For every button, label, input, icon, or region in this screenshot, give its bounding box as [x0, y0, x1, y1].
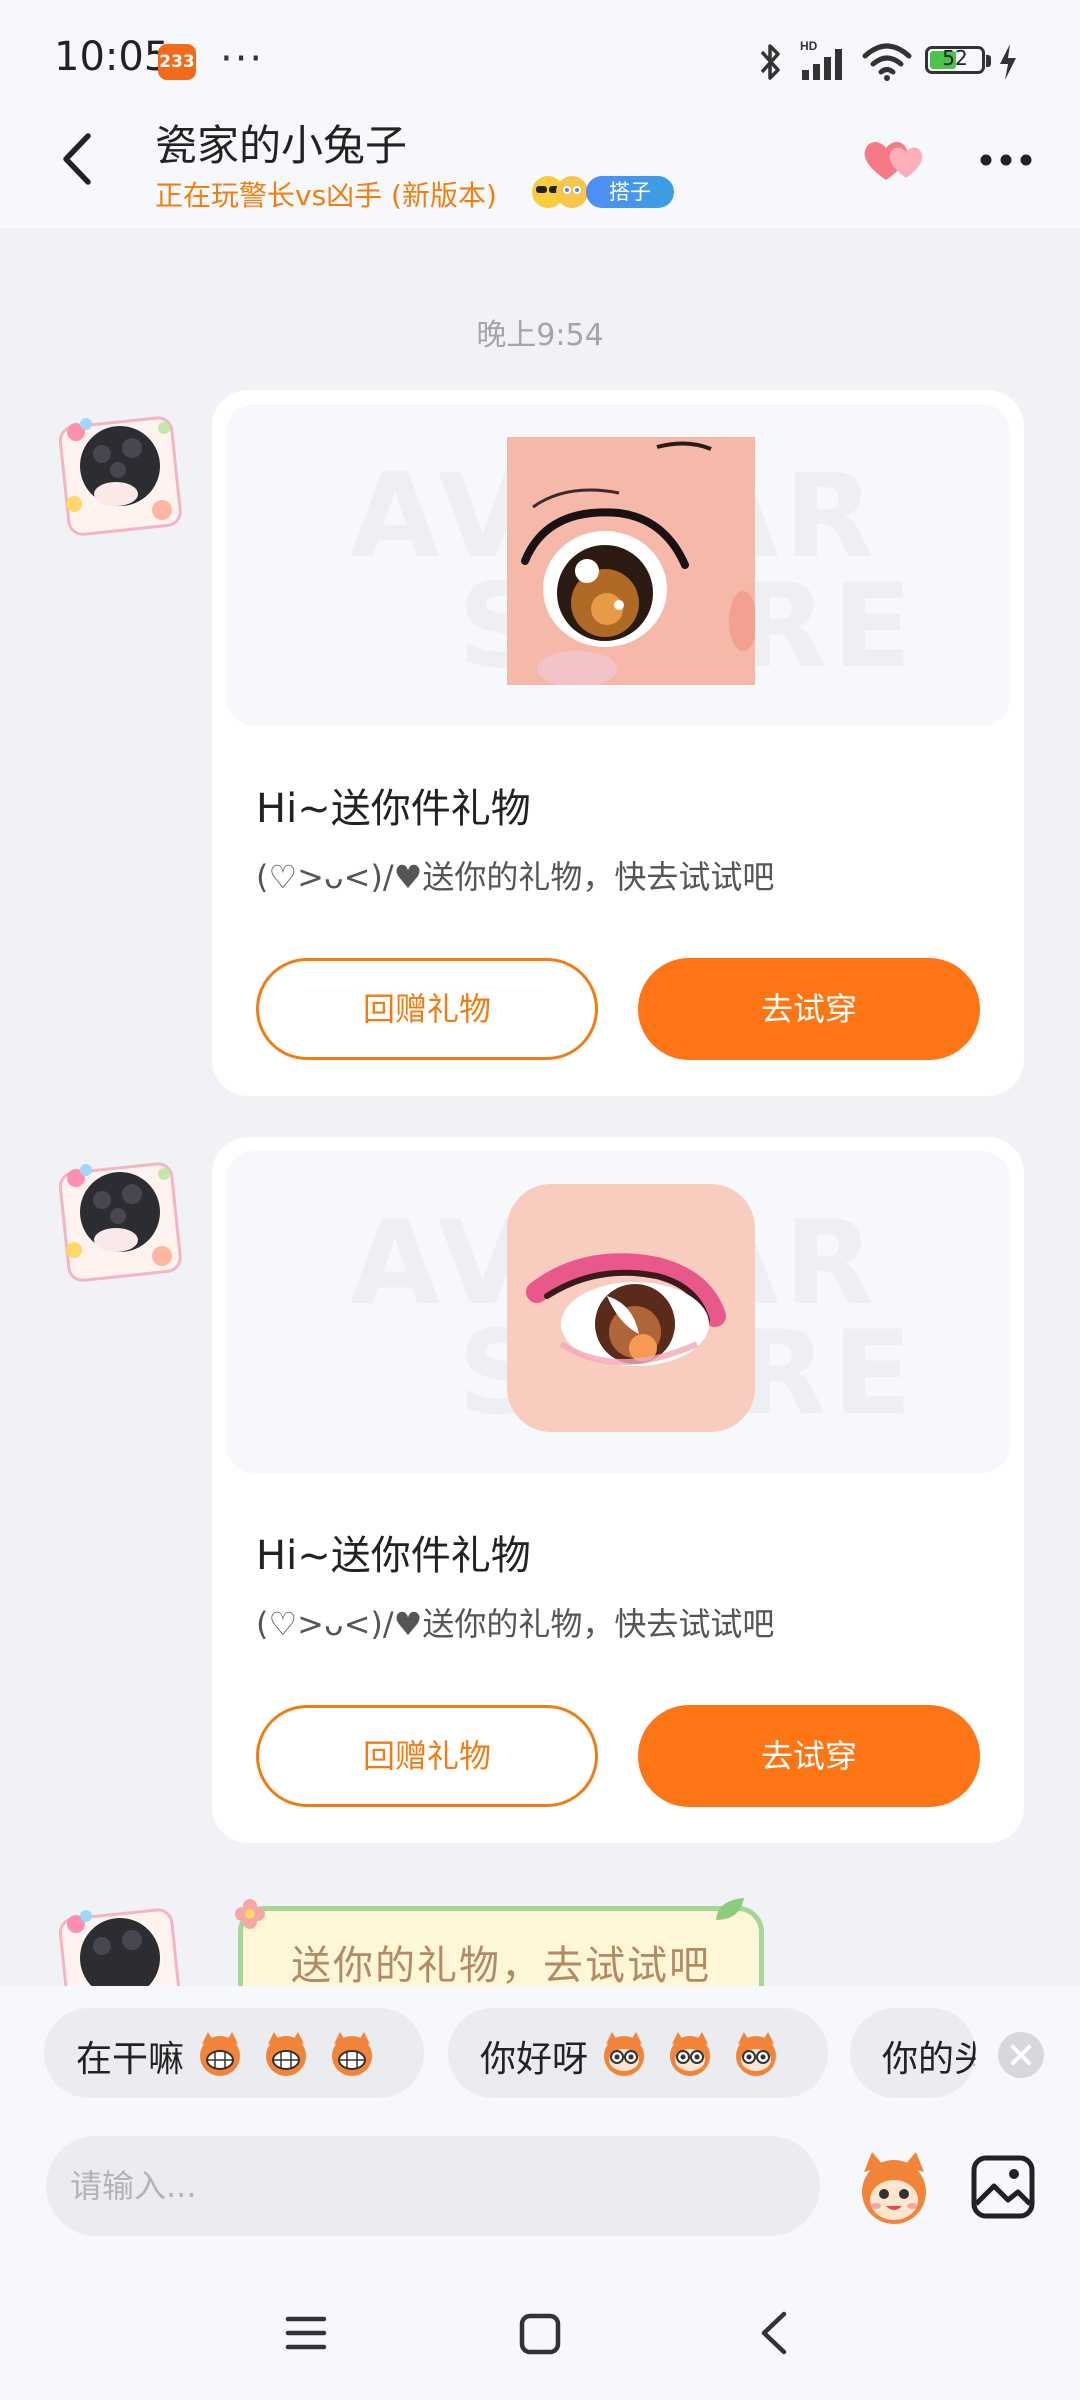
- text-message-label: 送你的礼物，去试试吧: [291, 1943, 711, 1989]
- bluetooth-icon: [760, 44, 780, 80]
- quick-reply-text: 在干嘛: [76, 2039, 185, 2080]
- return-gift-button[interactable]: 回赠礼物: [256, 1705, 598, 1807]
- try-on-button[interactable]: 去试穿: [638, 958, 980, 1060]
- quick-reply-chip[interactable]: 在干嘛: [44, 2008, 424, 2098]
- sunglasses-emoji-icon: [532, 176, 588, 208]
- quick-reply-close-icon[interactable]: [998, 2032, 1044, 2078]
- gift-image-area: AVATAR STORE: [226, 404, 1010, 726]
- sender-avatar[interactable]: [52, 404, 190, 542]
- battery-icon: 52: [925, 46, 985, 74]
- image-icon[interactable]: [968, 2152, 1038, 2222]
- nav-back-icon[interactable]: [758, 2310, 790, 2356]
- gift-description: (♡>ᴗ<)/♥送你的礼物，快去试试吧: [256, 858, 775, 896]
- hd-signal-icon: HD: [800, 39, 842, 80]
- quick-reply-chip[interactable]: 你好呀: [448, 2008, 828, 2098]
- try-on-button[interactable]: 去试穿: [638, 1705, 980, 1807]
- gift-image-area: AVATAR STORE: [226, 1151, 1010, 1473]
- menu-icon[interactable]: [284, 2313, 328, 2353]
- message-input[interactable]: [46, 2136, 820, 2236]
- chat-title: 瓷家的小兔子: [155, 121, 408, 170]
- gift-card[interactable]: AVATAR STORE Hi~送你件礼物 (♡>ᴗ<)/♥送你的礼物，快去试试…: [212, 1137, 1024, 1843]
- leaf-decoration-icon: [716, 1898, 744, 1920]
- quick-reply-text: 你的头像: [882, 2039, 976, 2080]
- gift-description: (♡>ᴗ<)/♥送你的礼物，快去试试吧: [256, 1605, 775, 1643]
- charging-icon: [1000, 44, 1016, 80]
- status-more-indicator: ···: [220, 36, 265, 82]
- wifi-icon: [862, 43, 912, 81]
- notification-badge: 233: [158, 44, 196, 80]
- gift-title: Hi~送你件礼物: [256, 786, 531, 832]
- gift-title: Hi~送你件礼物: [256, 1533, 531, 1579]
- svg-text:HD: HD: [800, 39, 818, 53]
- status-time: 10:05: [54, 34, 170, 80]
- return-gift-button[interactable]: 回赠礼物: [256, 958, 598, 1060]
- partner-tag: 搭子: [586, 176, 674, 208]
- eye-makeup-thumbnail: [507, 1184, 755, 1432]
- emoji-mascot-icon[interactable]: [852, 2148, 936, 2228]
- back-arrow-icon[interactable]: [48, 124, 108, 194]
- flower-decoration-icon: [235, 1899, 265, 1929]
- battery-percent: 52: [942, 46, 968, 70]
- time-divider: 晚上9:54: [476, 318, 604, 353]
- wide-eyed-mascot-icon: [604, 2032, 776, 2076]
- battery-tip: [986, 55, 991, 67]
- more-icon[interactable]: [976, 140, 1036, 180]
- sender-avatar[interactable]: [52, 1150, 190, 1288]
- gift-card[interactable]: AVATAR STORE Hi~送你件礼物 (♡>ᴗ<)/♥送你的礼物，快去试试…: [212, 390, 1024, 1096]
- eye-makeup-thumbnail: [507, 437, 755, 685]
- quick-reply-chip[interactable]: 你的头像: [850, 2008, 976, 2098]
- grinning-mascot-icon: [200, 2032, 372, 2076]
- hearts-icon[interactable]: [860, 134, 932, 186]
- home-square-icon[interactable]: [518, 2312, 562, 2356]
- chat-subtitle[interactable]: 正在玩警长vs凶手 (新版本): [155, 174, 497, 214]
- quick-reply-text: 你好呀: [480, 2039, 589, 2080]
